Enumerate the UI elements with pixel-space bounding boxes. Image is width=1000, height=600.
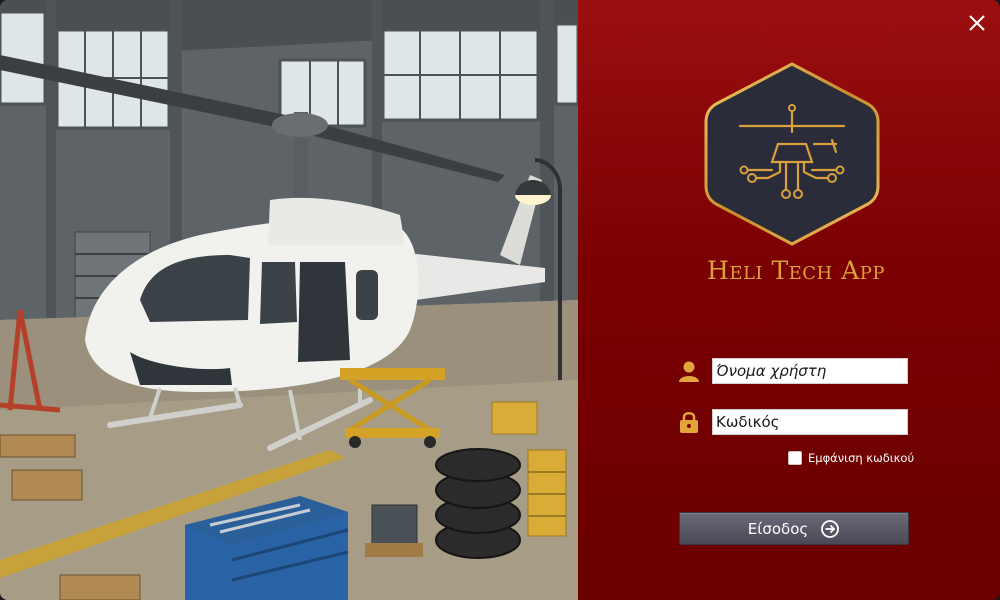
user-icon <box>678 359 700 383</box>
login-button[interactable]: Είσοδος <box>679 512 909 545</box>
arrow-right-circle-icon <box>821 519 840 538</box>
login-window: Heli Tech App Εμφάνιση κωδ <box>0 0 1000 600</box>
helicopter-circuit-logo <box>704 62 880 246</box>
show-password-checkbox[interactable] <box>788 451 802 465</box>
show-password-label: Εμφάνιση κωδικού <box>808 451 915 465</box>
close-icon <box>969 15 985 31</box>
username-row <box>678 358 908 384</box>
app-logo <box>702 60 882 248</box>
app-title: Heli Tech App <box>707 256 885 285</box>
password-input[interactable] <box>712 409 908 435</box>
login-button-label: Είσοδος <box>747 519 809 538</box>
username-input[interactable] <box>712 358 908 384</box>
lock-icon <box>678 410 700 434</box>
password-row <box>678 409 908 435</box>
hangar-helicopter-illustration <box>0 0 578 600</box>
close-button[interactable] <box>964 10 990 36</box>
login-panel: Heli Tech App Εμφάνιση κωδ <box>578 0 1000 600</box>
helicopter-in-hangar-image <box>0 0 578 600</box>
show-password-toggle[interactable]: Εμφάνιση κωδικού <box>788 451 914 465</box>
